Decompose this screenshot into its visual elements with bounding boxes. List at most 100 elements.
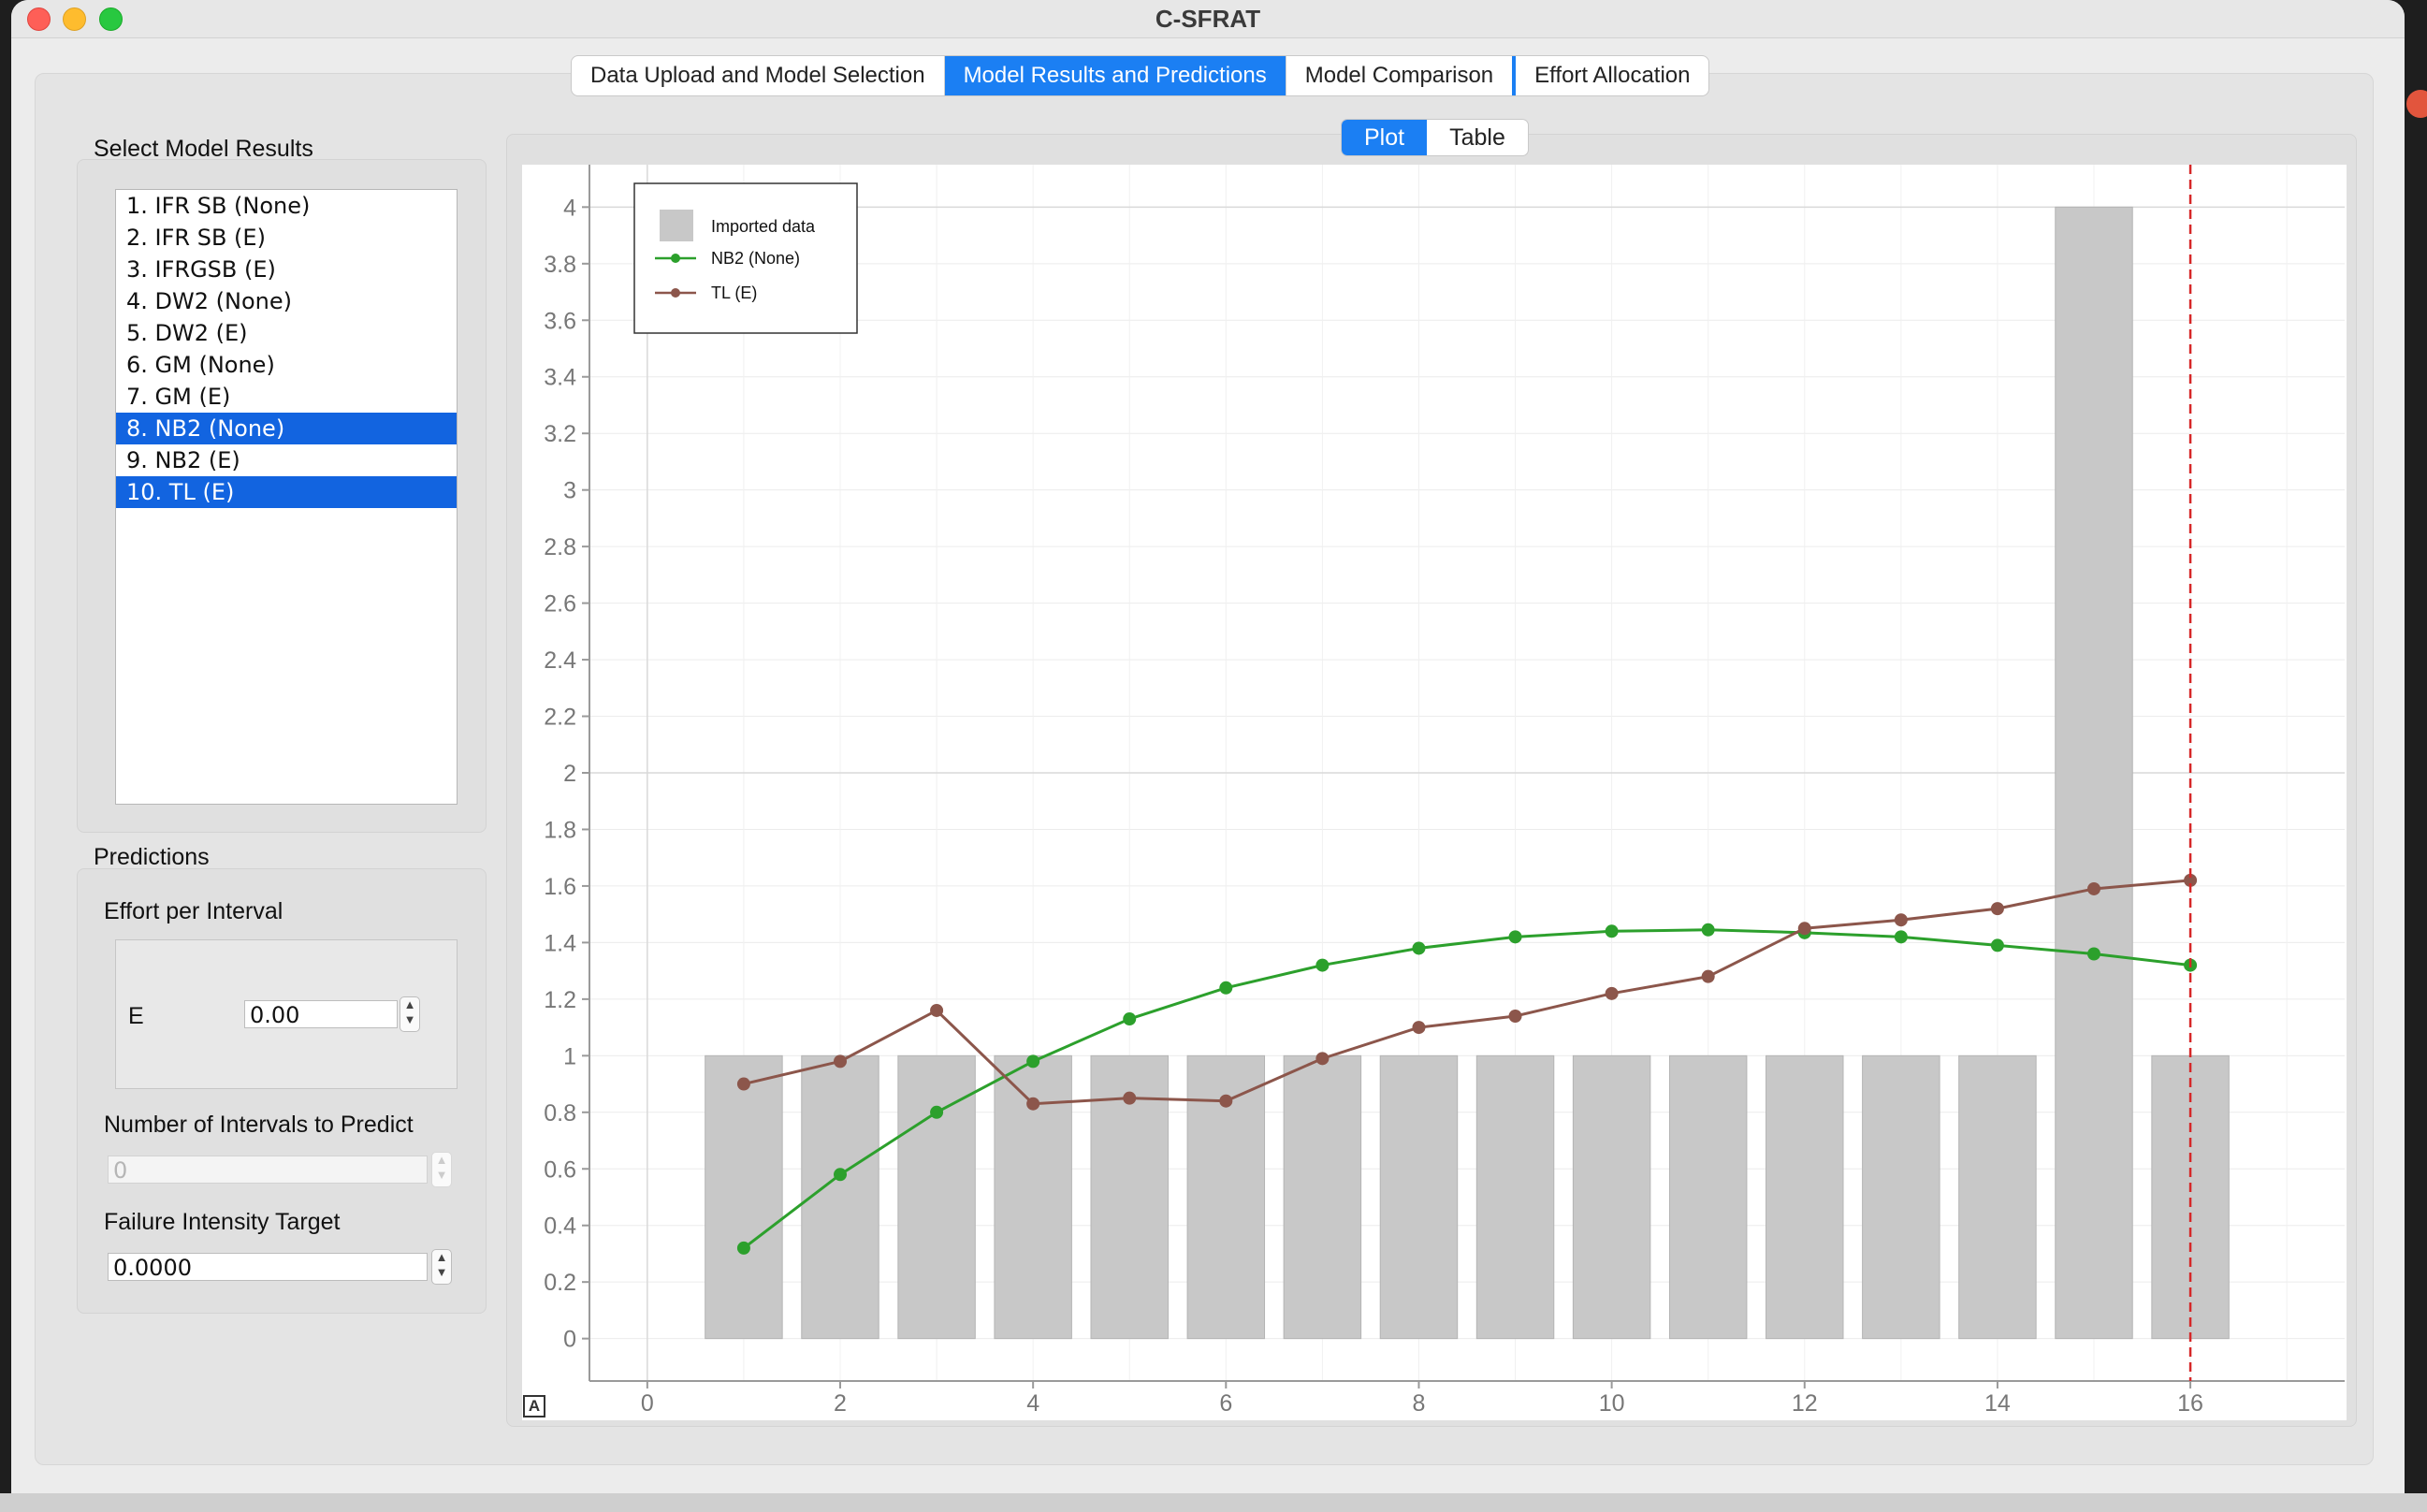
imported-data-bar: [1283, 1054, 1362, 1340]
imported-data-bar: [2055, 206, 2133, 1340]
y-tick-label: 0.4: [544, 1214, 576, 1240]
imported-data-bar: [1572, 1054, 1651, 1340]
y-tick-label: 1: [563, 1043, 576, 1069]
plot-view-button[interactable]: Plot: [1342, 120, 1428, 155]
model-list-item[interactable]: 2. IFR SB (E): [116, 222, 457, 254]
model-results-chart[interactable]: 0 0.2 0.4 0.6 0.8 1 1.2 1.4 1.6 1.8 2 2.2 2.4 2.6 2.8 3…: [522, 165, 2347, 1420]
series-point: [2087, 881, 2100, 895]
imported-data-bar: [1862, 1054, 1940, 1340]
model-list-item[interactable]: 3. IFRGSB (E): [116, 254, 457, 285]
predictions-group: [77, 868, 487, 1314]
series-point: [1990, 938, 2004, 952]
legend-label: NB2 (None): [711, 249, 800, 268]
series-point: [1701, 969, 1715, 983]
series-point: [1508, 930, 1522, 944]
legend-label: TL (E): [711, 284, 757, 302]
failure-intensity-target-label: Failure Intensity Target: [104, 1209, 341, 1235]
y-tick-label: 3.8: [544, 252, 576, 278]
notification-icon: [2406, 90, 2427, 118]
model-list-item[interactable]: 4. DW2 (None): [116, 285, 457, 317]
y-tick-label: 4: [563, 195, 576, 221]
series-point: [1412, 941, 1426, 955]
tab-model-comparison[interactable]: Model Comparison: [1286, 56, 1517, 95]
effort-variable-label: E: [128, 1003, 144, 1029]
imported-data-bar: [1668, 1054, 1748, 1340]
series-point: [1026, 1097, 1040, 1111]
intervals-stepper[interactable]: ▲ ▼: [431, 1152, 452, 1187]
tab-model-results[interactable]: Model Results and Predictions: [944, 56, 1286, 95]
series-point: [1315, 958, 1330, 972]
series-point: [1701, 923, 1715, 937]
series-point: [1605, 924, 1619, 938]
series-point: [1508, 1010, 1522, 1023]
model-list-item[interactable]: 6. GM (None): [116, 349, 457, 381]
legend-label: Imported data: [711, 217, 816, 236]
series-point: [834, 1054, 847, 1069]
view-toggle: Plot Table: [1341, 119, 1529, 156]
imported-data-bar: [705, 1054, 783, 1340]
imported-data-bar: [1766, 1054, 1844, 1340]
y-tick-label: 2: [563, 761, 576, 787]
model-list-item[interactable]: 7. GM (E): [116, 381, 457, 413]
effort-value-input[interactable]: 0.00: [244, 1000, 398, 1028]
series-point: [834, 1168, 847, 1182]
predictions-label: Predictions: [94, 844, 210, 870]
y-tick-label: 3.4: [544, 365, 576, 391]
effort-per-interval-label: Effort per Interval: [104, 898, 283, 924]
plot-area[interactable]: 0 0.2 0.4 0.6 0.8 1 1.2 1.4 1.6 1.8 2 2.2 2.4 2.6 2.8 3…: [522, 165, 2347, 1420]
series-point: [930, 1105, 944, 1119]
x-tick-label: 8: [1413, 1390, 1426, 1417]
legend-swatch-point: [671, 254, 680, 263]
series-point: [2087, 947, 2100, 961]
x-tick-label: 10: [1599, 1390, 1625, 1417]
x-tick-label: 4: [1026, 1390, 1039, 1417]
series-point: [1894, 913, 1908, 927]
imported-data-bar: [801, 1054, 879, 1340]
series-point: [1123, 1012, 1137, 1026]
x-tick-label: 16: [2177, 1390, 2203, 1417]
title-bar: C-SFRAT: [11, 0, 2405, 38]
x-tick-label: 0: [641, 1390, 654, 1417]
model-list-item[interactable]: 10. TL (E): [116, 476, 457, 508]
x-tick-label: 14: [1984, 1390, 2011, 1417]
series-point: [1605, 986, 1619, 1000]
y-tick-label: 1.8: [544, 817, 576, 843]
model-list-item[interactable]: 8. NB2 (None): [116, 413, 457, 444]
legend-swatch-point: [671, 288, 680, 298]
imported-data-bar: [1379, 1054, 1459, 1340]
series-point: [1315, 1052, 1330, 1066]
model-list-item[interactable]: 1. IFR SB (None): [116, 190, 457, 222]
y-tick-label: 2.6: [544, 591, 576, 618]
series-point: [1894, 930, 1908, 944]
y-tick-label: 0.8: [544, 1100, 576, 1127]
y-tick-label: 2.8: [544, 534, 576, 560]
tab-data-upload[interactable]: Data Upload and Model Selection: [572, 56, 945, 95]
model-list-item[interactable]: 5. DW2 (E): [116, 317, 457, 349]
intervals-to-predict-input[interactable]: 0: [108, 1156, 428, 1184]
series-point: [1412, 1021, 1426, 1035]
failure-intensity-target-input[interactable]: 0.0000: [108, 1253, 428, 1281]
window-title: C-SFRAT: [1155, 5, 1261, 33]
series-point: [930, 1003, 944, 1017]
series-point: [1990, 902, 2004, 916]
auto-range-button[interactable]: A: [523, 1395, 545, 1418]
tab-effort-allocation[interactable]: Effort Allocation: [1516, 56, 1708, 95]
series-point: [1219, 1094, 1233, 1108]
series-point: [736, 1077, 750, 1091]
y-tick-label: 1.4: [544, 930, 576, 956]
y-tick-label: 0.2: [544, 1270, 576, 1296]
x-tick-label: 6: [1219, 1390, 1232, 1417]
effort-stepper[interactable]: ▲ ▼: [400, 996, 420, 1032]
table-view-button[interactable]: Table: [1427, 120, 1528, 155]
bottom-strip: [0, 1493, 2427, 1512]
y-tick-label: 1.6: [544, 874, 576, 900]
model-results-list[interactable]: 1. IFR SB (None) 2. IFR SB (E) 3. IFRGSB (…: [115, 189, 458, 805]
y-tick-label: 0: [563, 1327, 576, 1353]
failure-intensity-stepper[interactable]: ▲ ▼: [431, 1249, 452, 1285]
imported-data-bar: [1475, 1054, 1555, 1340]
imported-data-bar: [1958, 1054, 2037, 1340]
app-window: C-SFRAT Data Upload and Model Selection …: [11, 0, 2405, 1493]
model-list-item[interactable]: 9. NB2 (E): [116, 444, 457, 476]
legend-swatch-bars: [660, 210, 693, 241]
x-tick-label: 12: [1792, 1390, 1818, 1417]
